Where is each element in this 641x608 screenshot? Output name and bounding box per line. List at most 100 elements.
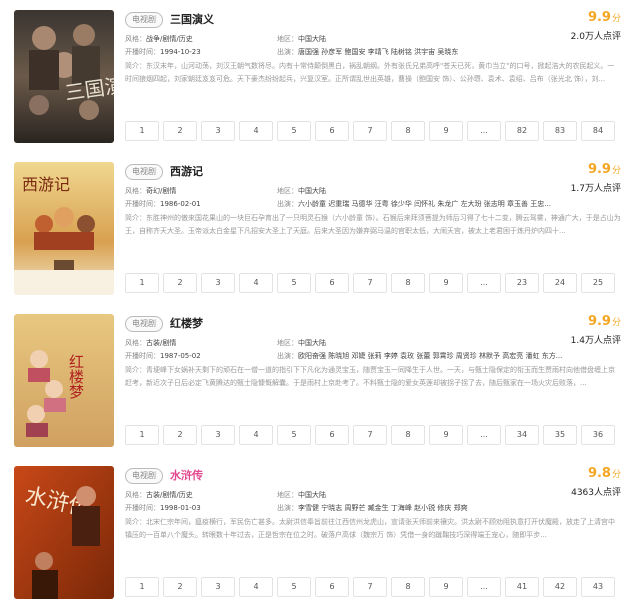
episode-button[interactable]: 4 [239, 425, 273, 445]
poster-title-text: 西游记 [22, 175, 70, 194]
episode-button[interactable]: 3 [201, 121, 235, 141]
review-count: 1.4万人点评 [570, 336, 621, 346]
drama-title[interactable]: 三国演义 [170, 11, 214, 27]
episode-ellipsis-button[interactable]: ... [467, 425, 501, 445]
episode-button[interactable]: 4 [239, 577, 273, 597]
episode-button[interactable]: 2 [163, 425, 197, 445]
region-value: 中国大陆 [298, 35, 326, 43]
cast-row: 出演：李雪健 宁晓志 周野芒 臧金生 丁海峰 赵小锐 修庆 郑爽 [277, 503, 468, 513]
episode-button[interactable]: 42 [543, 577, 577, 597]
date-label: 开播时间： [125, 200, 160, 208]
episode-ellipsis-button[interactable]: ... [467, 273, 501, 293]
cast-row: 出演：欧阳奋强 陈晓旭 邓婕 张莉 李婷 袁玫 张蕾 郭霄珍 周贤珍 林默予 高… [277, 351, 562, 361]
episode-button[interactable]: 7 [353, 577, 387, 597]
region-value: 中国大陆 [298, 491, 326, 499]
episode-button[interactable]: 3 [201, 273, 235, 293]
episode-button[interactable]: 43 [581, 577, 615, 597]
episode-button[interactable]: 6 [315, 577, 349, 597]
score-unit: 分 [611, 14, 621, 24]
episode-ellipsis-button[interactable]: ... [467, 121, 501, 141]
episode-ellipsis-button[interactable]: ... [467, 577, 501, 597]
region-label: 地区： [277, 187, 298, 195]
episode-button[interactable]: 2 [163, 273, 197, 293]
drama-title[interactable]: 水浒传 [170, 467, 203, 483]
synopsis: 简介：北宋仁宗年间，瘟疫横行，军民伤亡甚多。太尉洪信奉旨前往江西信州龙虎山，宣请… [125, 518, 615, 539]
region-row: 地区：中国大陆 [277, 34, 326, 44]
episode-button[interactable]: 4 [239, 273, 273, 293]
score-unit: 分 [611, 166, 621, 176]
episode-button[interactable]: 8 [391, 425, 425, 445]
date-value: 1994-10-23 [160, 48, 201, 56]
cast-value: 李雪健 宁晓志 周野芒 臧金生 丁海峰 赵小锐 修庆 郑爽 [298, 504, 468, 512]
date-row: 开播时间：1987-05-02 [125, 351, 201, 361]
rating-score: 9.9分 [588, 10, 621, 25]
episode-button[interactable]: 9 [429, 577, 463, 597]
episode-button[interactable]: 36 [581, 425, 615, 445]
poster-image[interactable]: 西游记 [14, 162, 114, 295]
episode-button[interactable]: 24 [543, 273, 577, 293]
episode-button[interactable]: 5 [277, 577, 311, 597]
episode-button[interactable]: 9 [429, 425, 463, 445]
episode-button[interactable]: 5 [277, 121, 311, 141]
episode-button[interactable]: 7 [353, 425, 387, 445]
poster-image[interactable]: 红楼梦 [14, 314, 114, 447]
genre-value: 奇幻/剧情 [146, 187, 177, 195]
episode-button[interactable]: 2 [163, 121, 197, 141]
episode-button[interactable]: 23 [505, 273, 539, 293]
region-value: 中国大陆 [298, 187, 326, 195]
category-tag: 电视剧 [125, 468, 163, 484]
episode-button[interactable]: 1 [125, 425, 159, 445]
poster-art: 西游记 [14, 162, 114, 295]
genre-label: 风格： [125, 187, 146, 195]
poster-art: 水浒传 [14, 466, 114, 599]
date-label: 开播时间： [125, 352, 160, 360]
synopsis: 简介：青埂峰下女娲补天剩下的顽石在一僧一道的指引下下凡化为通灵宝玉，随贾宝玉一同… [125, 366, 615, 387]
score-unit: 分 [611, 318, 621, 328]
category-tag: 电视剧 [125, 164, 163, 180]
category-tag: 电视剧 [125, 316, 163, 332]
episode-button[interactable]: 5 [277, 273, 311, 293]
drama-card-xiyou: 西游记 电视剧 西游记 9.9分 1.7万人点评 风格：奇幻/剧情 地区：中国大… [0, 152, 641, 295]
episode-button[interactable]: 8 [391, 577, 425, 597]
episode-button[interactable]: 1 [125, 121, 159, 141]
episode-button[interactable]: 9 [429, 121, 463, 141]
poster-art: 三国演义 [14, 10, 114, 143]
episode-button[interactable]: 6 [315, 121, 349, 141]
episode-button[interactable]: 82 [505, 121, 539, 141]
poster-image[interactable]: 水浒传 [14, 466, 114, 599]
episode-button[interactable]: 41 [505, 577, 539, 597]
episode-button[interactable]: 8 [391, 273, 425, 293]
episode-button[interactable]: 1 [125, 273, 159, 293]
episode-button[interactable]: 5 [277, 425, 311, 445]
drama-title[interactable]: 西游记 [170, 163, 203, 179]
genre-value: 战争/剧情/历史 [146, 35, 193, 43]
cast-label: 出演： [277, 48, 298, 56]
date-value: 1986-02-01 [160, 200, 201, 208]
episode-button[interactable]: 6 [315, 273, 349, 293]
episode-button[interactable]: 83 [543, 121, 577, 141]
episode-button[interactable]: 3 [201, 577, 235, 597]
date-label: 开播时间： [125, 504, 160, 512]
episode-button[interactable]: 2 [163, 577, 197, 597]
episode-button[interactable]: 1 [125, 577, 159, 597]
episode-button[interactable]: 6 [315, 425, 349, 445]
episode-button[interactable]: 9 [429, 273, 463, 293]
episode-button[interactable]: 8 [391, 121, 425, 141]
drama-title[interactable]: 红楼梦 [170, 315, 203, 331]
episode-button[interactable]: 3 [201, 425, 235, 445]
score-value: 9.9 [587, 314, 611, 329]
episode-button[interactable]: 34 [505, 425, 539, 445]
drama-card-sanguo: 三国演义 电视剧 三国演义 9.9分 2.0万人点评 风格：战争/剧情/历史 地… [0, 0, 641, 143]
poster-image[interactable]: 三国演义 [14, 10, 114, 143]
episode-button[interactable]: 7 [353, 273, 387, 293]
region-row: 地区：中国大陆 [277, 490, 326, 500]
episode-button[interactable]: 7 [353, 121, 387, 141]
episode-button[interactable]: 25 [581, 273, 615, 293]
review-count: 2.0万人点评 [570, 32, 621, 42]
date-row: 开播时间：1998-01-03 [125, 503, 201, 513]
episode-button[interactable]: 4 [239, 121, 273, 141]
synopsis: 简介：东汉末年，山河动荡，刘汉王朝气数将尽。内有十常侍颠倒黑白，祸乱朝纲。外有张… [125, 62, 615, 83]
episode-button[interactable]: 35 [543, 425, 577, 445]
region-value: 中国大陆 [298, 339, 326, 347]
episode-button[interactable]: 84 [581, 121, 615, 141]
